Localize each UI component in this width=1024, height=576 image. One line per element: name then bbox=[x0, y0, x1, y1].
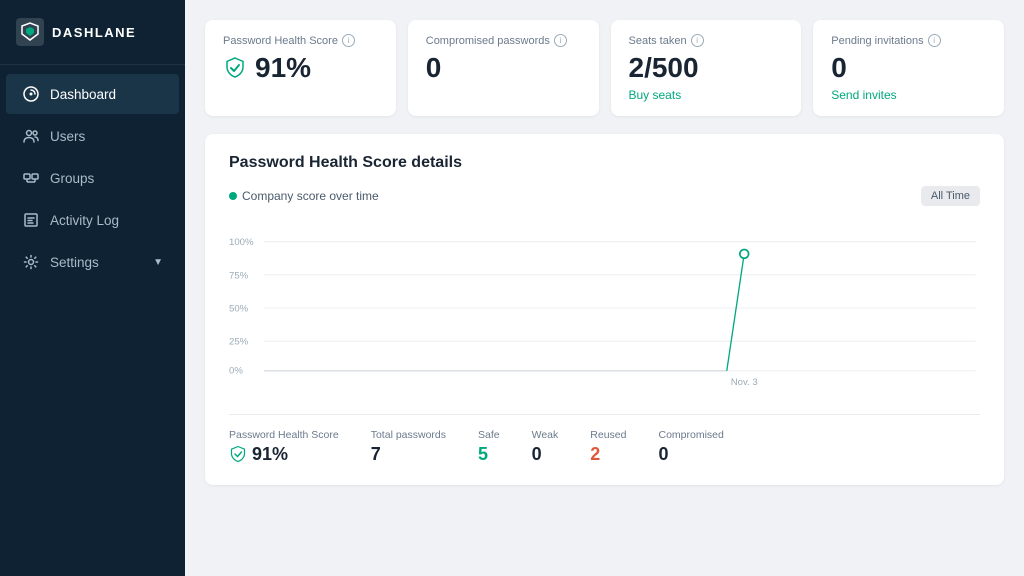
groups-label: Groups bbox=[50, 171, 163, 186]
bottom-label-reused: Reused bbox=[590, 429, 626, 441]
bottom-stat-compromised: Compromised 0 bbox=[658, 429, 723, 465]
bottom-value-health: 91% bbox=[229, 444, 339, 465]
logo: DASHLANE bbox=[0, 0, 185, 65]
sidebar-item-dashboard[interactable]: Dashboard bbox=[6, 74, 179, 114]
bottom-stats: Password Health Score 91% Total password… bbox=[229, 414, 980, 465]
stat-title-invitations: Pending invitations i bbox=[831, 34, 986, 47]
stat-value-health: 91% bbox=[223, 53, 378, 84]
chart-svg: 100% 75% 50% 25% 0% Nov. 3 bbox=[229, 218, 980, 398]
bottom-value-compromised: 0 bbox=[658, 444, 723, 465]
stat-value-compromised: 0 bbox=[426, 53, 581, 84]
bottom-value-reused: 2 bbox=[590, 444, 626, 465]
svg-text:100%: 100% bbox=[229, 237, 254, 248]
legend-label: Company score over time bbox=[242, 189, 379, 203]
bottom-stat-reused: Reused 2 bbox=[590, 429, 626, 465]
stat-card-compromised: Compromised passwords i 0 bbox=[408, 20, 599, 116]
sidebar-item-activity-log[interactable]: Activity Log bbox=[6, 200, 179, 240]
users-icon bbox=[22, 127, 40, 145]
stat-title-seats: Seats taken i bbox=[629, 34, 784, 47]
bottom-stat-weak: Weak 0 bbox=[532, 429, 559, 465]
small-shield-icon bbox=[229, 445, 247, 463]
settings-icon bbox=[22, 253, 40, 271]
stat-card-password-health: Password Health Score i 91% bbox=[205, 20, 396, 116]
chart-legend: Company score over time All Time bbox=[229, 186, 980, 206]
sidebar-item-users[interactable]: Users bbox=[6, 116, 179, 156]
chart-section: Password Health Score details Company sc… bbox=[205, 134, 1004, 485]
legend-dot bbox=[229, 192, 237, 200]
sidebar-item-settings[interactable]: Settings ▼ bbox=[6, 242, 179, 282]
users-label: Users bbox=[50, 129, 163, 144]
sidebar-item-groups[interactable]: Groups bbox=[6, 158, 179, 198]
bottom-stat-total: Total passwords 7 bbox=[371, 429, 446, 465]
bottom-label-compromised: Compromised bbox=[658, 429, 723, 441]
info-icon-seats[interactable]: i bbox=[691, 34, 704, 47]
chart-title: Password Health Score details bbox=[229, 154, 980, 172]
svg-text:Nov. 3: Nov. 3 bbox=[731, 377, 758, 388]
bottom-label-total: Total passwords bbox=[371, 429, 446, 441]
app-name: DASHLANE bbox=[52, 25, 136, 40]
activity-log-label: Activity Log bbox=[50, 213, 163, 228]
bottom-label-weak: Weak bbox=[532, 429, 559, 441]
bottom-label-safe: Safe bbox=[478, 429, 500, 441]
stat-card-invitations: Pending invitations i 0 Send invites bbox=[813, 20, 1004, 116]
buy-seats-link[interactable]: Buy seats bbox=[629, 88, 784, 102]
stat-value-seats: 2/500 bbox=[629, 53, 784, 84]
send-invites-link[interactable]: Send invites bbox=[831, 88, 986, 102]
dashboard-icon bbox=[22, 85, 40, 103]
nav-menu: Dashboard Users Groups bbox=[0, 65, 185, 283]
settings-label: Settings bbox=[50, 255, 143, 270]
svg-text:0%: 0% bbox=[229, 365, 243, 376]
info-icon-compromised[interactable]: i bbox=[554, 34, 567, 47]
bottom-value-safe: 5 bbox=[478, 444, 500, 465]
bottom-stat-health: Password Health Score 91% bbox=[229, 429, 339, 465]
dashboard-label: Dashboard bbox=[50, 87, 163, 102]
groups-icon bbox=[22, 169, 40, 187]
chart-area: 100% 75% 50% 25% 0% Nov. 3 bbox=[229, 218, 980, 398]
bottom-label-health: Password Health Score bbox=[229, 429, 339, 441]
bottom-stat-safe: Safe 5 bbox=[478, 429, 500, 465]
sidebar: DASHLANE Dashboard Users bbox=[0, 0, 185, 576]
stat-value-invitations: 0 bbox=[831, 53, 986, 84]
dashlane-logo-icon bbox=[16, 18, 44, 46]
all-time-button[interactable]: All Time bbox=[921, 186, 980, 206]
chevron-down-icon: ▼ bbox=[153, 257, 163, 268]
svg-text:25%: 25% bbox=[229, 336, 249, 347]
stat-card-seats: Seats taken i 2/500 Buy seats bbox=[611, 20, 802, 116]
stats-row: Password Health Score i 91% Compromised … bbox=[205, 20, 1004, 116]
stat-title-health: Password Health Score i bbox=[223, 34, 378, 47]
shield-green-icon bbox=[223, 56, 247, 80]
main-content: Password Health Score i 91% Compromised … bbox=[185, 0, 1024, 576]
legend-item: Company score over time bbox=[229, 189, 379, 203]
svg-text:50%: 50% bbox=[229, 303, 249, 314]
bottom-value-total: 7 bbox=[371, 444, 446, 465]
stat-title-compromised: Compromised passwords i bbox=[426, 34, 581, 47]
bottom-value-weak: 0 bbox=[532, 444, 559, 465]
svg-text:75%: 75% bbox=[229, 270, 249, 281]
activity-icon bbox=[22, 211, 40, 229]
info-icon-health[interactable]: i bbox=[342, 34, 355, 47]
info-icon-invitations[interactable]: i bbox=[928, 34, 941, 47]
